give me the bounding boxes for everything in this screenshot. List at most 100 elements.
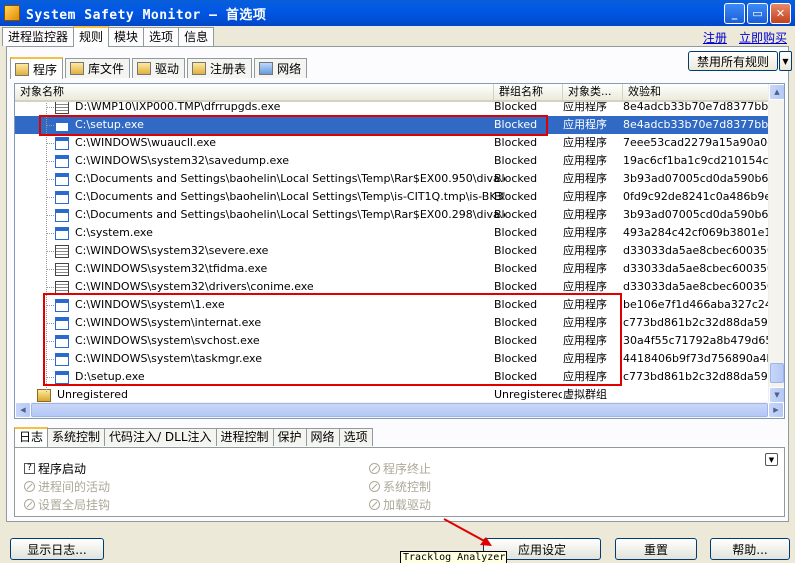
group-cell: Blocked <box>494 136 538 149</box>
group-cell: Blocked <box>494 316 538 329</box>
scroll-right-icon[interactable]: ▶ <box>768 402 784 418</box>
program-file-icon <box>55 262 69 276</box>
group-cell: Blocked <box>494 334 538 347</box>
checksum-cell: 0fd9c92de8241c0a486b9e987 <box>623 190 770 203</box>
table-row[interactable]: C:\setup.exe Blocked 应用程序 8e4adcb33b70e7d83… <box>15 116 772 134</box>
disable-all-rules-button[interactable]: 禁用所有规则 <box>688 51 778 71</box>
table-row[interactable]: C:\WINDOWS\system32\severe.exe Blocked 应用程… <box>15 242 772 260</box>
column-group-name[interactable]: 群组名称 <box>494 84 563 100</box>
tab-info[interactable]: 信息 <box>178 27 215 46</box>
collapse-icon[interactable]: ▼ <box>765 453 778 466</box>
table-row[interactable]: C:\WINDOWS\system\internat.exe Blocked 应用程… <box>15 314 772 332</box>
type-cell: 应用程序 <box>563 190 607 203</box>
tab-options-bottom[interactable]: 选项 <box>338 428 373 446</box>
disabled-icon <box>24 499 35 510</box>
program-file-icon <box>55 280 69 294</box>
reset-button[interactable]: 重置 <box>615 538 697 560</box>
show-log-button[interactable]: 显示日志... <box>10 538 104 560</box>
log-program-end[interactable]: 程序终止 <box>369 460 431 477</box>
register-link[interactable]: 注册 <box>703 29 727 46</box>
checksum-cell: 493a284c42cf069b3801e1c69 <box>623 226 770 239</box>
maximize-icon[interactable]: ▭ <box>747 3 768 24</box>
log-program-start[interactable]: ? 程序启动 <box>24 460 86 477</box>
table-row[interactable]: C:\WINDOWS\system32\drivers\conime.exe Bl… <box>15 278 772 296</box>
scroll-down-icon[interactable]: ▼ <box>769 387 784 403</box>
program-file-icon <box>55 190 69 204</box>
tab-log[interactable]: 日志 <box>14 427 49 447</box>
log-system-control[interactable]: 系统控制 <box>369 478 431 495</box>
tab-drivers[interactable]: 驱动 <box>132 58 186 78</box>
group-folder-icon <box>37 388 51 402</box>
tooltip: Tracklog Analyzer <box>400 551 507 563</box>
tree-branch-line <box>46 233 54 234</box>
checksum-cell: 30a4f55c71792a8b479d659a1 <box>623 334 770 347</box>
disabled-icon <box>369 499 380 510</box>
group-cell: Blocked <box>494 118 538 131</box>
buy-now-link[interactable]: 立即购买 <box>739 29 787 46</box>
checksum-cell: 4418406b9f73d756890a4b8b6 <box>623 352 770 365</box>
tab-programs[interactable]: 程序 <box>10 57 64 79</box>
type-cell: 应用程序 <box>563 316 607 329</box>
object-name-cell: C:\WINDOWS\system\taskmgr.exe <box>55 350 505 368</box>
tree-branch-line <box>46 359 54 360</box>
column-checksum[interactable]: 效验和 <box>623 84 772 100</box>
program-file-icon <box>55 244 69 258</box>
type-cell: 应用程序 <box>563 172 607 185</box>
hscroll-thumb[interactable] <box>31 403 768 417</box>
table-row[interactable]: C:\WINDOWS\system\svchost.exe Blocked 应用程序… <box>15 332 772 350</box>
scroll-up-icon[interactable]: ▲ <box>769 84 784 100</box>
tab-process-control[interactable]: 进程控制 <box>215 428 274 446</box>
table-row[interactable]: C:\WINDOWS\system\1.exe Blocked 应用程序 be106e… <box>15 296 772 314</box>
table-row[interactable]: C:\WINDOWS\system\taskmgr.exe Blocked 应用程序… <box>15 350 772 368</box>
column-object-type[interactable]: 对象类... <box>563 84 623 100</box>
table-row[interactable]: C:\WINDOWS\wuaucll.exe Blocked 应用程序 7eee53c… <box>15 134 772 152</box>
tab-registry[interactable]: 注册表 <box>187 58 253 78</box>
group-cell: Blocked <box>494 352 538 365</box>
column-object-name[interactable]: 对象名称 <box>15 84 494 100</box>
horizontal-scrollbar[interactable]: ◀ ▶ <box>15 402 784 418</box>
tab-protection[interactable]: 保护 <box>272 428 307 446</box>
log-interprocess-activity[interactable]: 进程间的活动 <box>24 478 110 495</box>
program-file-icon <box>55 100 69 114</box>
type-cell: 应用程序 <box>563 118 607 131</box>
table-row[interactable]: C:\Documents and Settings\baohelin\Local… <box>15 206 772 224</box>
checksum-cell: d33033da5ae8cbec60035015 <box>623 262 770 275</box>
vertical-scrollbar[interactable]: ▲ ▼ <box>768 84 784 405</box>
tab-process-monitor[interactable]: 进程监控器 <box>2 27 75 46</box>
object-name-cell: C:\setup.exe <box>55 116 505 134</box>
tab-code-injection[interactable]: 代码注入/ DLL注入 <box>104 428 217 446</box>
disable-rules-dropdown-icon[interactable]: ▼ <box>779 51 792 71</box>
table-row[interactable]: C:\Documents and Settings\baohelin\Local… <box>15 170 772 188</box>
close-icon[interactable]: ✕ <box>770 3 791 24</box>
tree-branch-line <box>46 377 54 378</box>
type-cell: 应用程序 <box>563 154 607 167</box>
table-row[interactable]: C:\WINDOWS\system32\savedump.exe Blocked 应… <box>15 152 772 170</box>
minimize-icon[interactable]: _ <box>724 3 745 24</box>
object-name-cell: C:\WINDOWS\system32\drivers\conime.exe <box>55 278 505 296</box>
object-name-cell: C:\WINDOWS\system\svchost.exe <box>55 332 505 350</box>
log-global-hooks[interactable]: 设置全局挂钩 <box>24 496 110 513</box>
type-cell: 应用程序 <box>563 370 607 383</box>
table-row[interactable]: C:\system.exe Blocked 应用程序 493a284c42cf069b… <box>15 224 772 242</box>
table-row[interactable]: D:\setup.exe Blocked 应用程序 c773bd861b2c32d88… <box>15 368 772 386</box>
tab-modules[interactable]: 模块 <box>108 27 145 46</box>
help-button[interactable]: 帮助... <box>710 538 790 560</box>
tree-branch-line <box>46 251 54 252</box>
tab-system-control[interactable]: 系统控制 <box>47 428 106 446</box>
object-name-cell: C:\WINDOWS\system\1.exe <box>55 296 505 314</box>
tab-network-bottom[interactable]: 网络 <box>305 428 340 446</box>
log-load-driver[interactable]: 加载驱动 <box>369 496 431 513</box>
type-cell: 应用程序 <box>563 280 607 293</box>
tab-network[interactable]: 网络 <box>254 58 308 78</box>
checksum-cell: 7eee53cad2279a15a90a0c30 <box>623 136 770 149</box>
table-row[interactable]: C:\WINDOWS\system32\tfidma.exe Blocked 应用程… <box>15 260 772 278</box>
scroll-thumb[interactable] <box>770 363 784 383</box>
tab-options[interactable]: 选项 <box>143 27 180 46</box>
table-row[interactable]: C:\Documents and Settings\baohelin\Local… <box>15 188 772 206</box>
checksum-cell: 3b93ad07005cd0da590b6aea <box>623 208 770 221</box>
group-cell: Blocked <box>494 190 538 203</box>
tab-libraries[interactable]: 库文件 <box>65 58 131 78</box>
object-name-cell: C:\WINDOWS\system\internat.exe <box>55 314 505 332</box>
tab-rules[interactable]: 规则 <box>73 26 110 47</box>
scroll-left-icon[interactable]: ◀ <box>15 402 31 418</box>
